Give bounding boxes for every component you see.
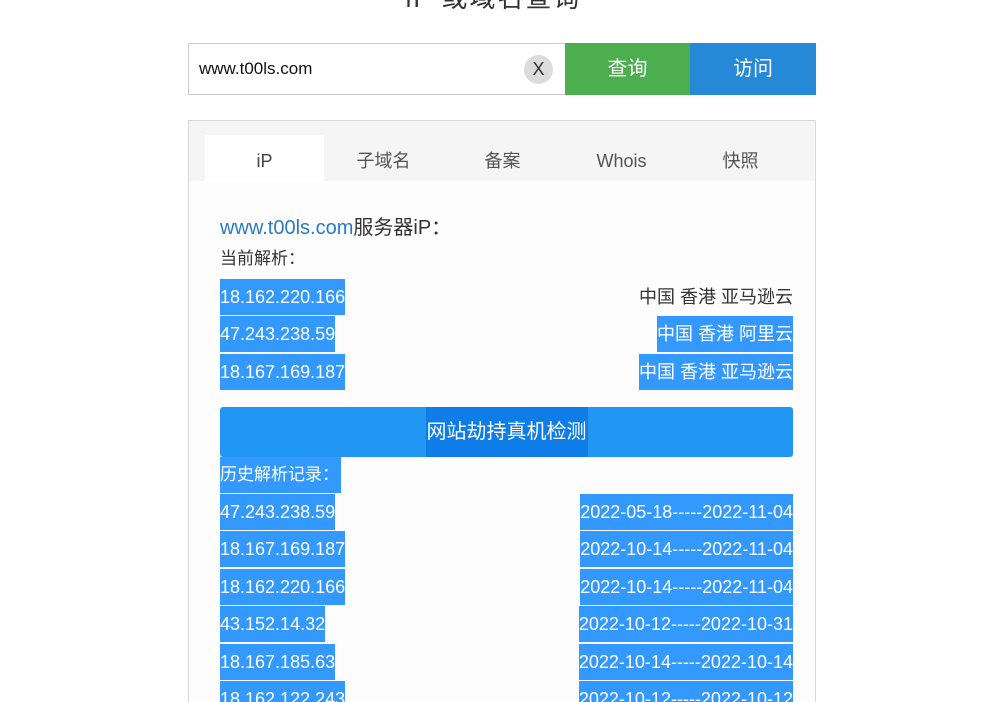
result-panel: iP 子域名 备案 Whois 快照 www.t00ls.com服务器iP： 当… — [188, 120, 816, 702]
history-ip[interactable]: 18.162.220.166 — [220, 569, 346, 605]
tab-icp[interactable]: 备案 — [443, 135, 562, 181]
domain-link[interactable]: www.t00ls.com — [220, 217, 353, 239]
search-bar: X 查询 访问 — [188, 43, 816, 95]
current-location: 中国 香港 亚马逊云 — [638, 354, 793, 390]
current-ip[interactable]: 18.167.169.187 — [220, 354, 346, 390]
server-ip-heading: www.t00ls.com服务器iP： — [220, 211, 451, 240]
tab-bar: iP 子域名 备案 Whois 快照 — [189, 121, 815, 181]
history-row: 18.167.169.187 2022-10-14-----2022-11-04 — [220, 531, 793, 567]
history-row: 47.243.238.59 2022-05-18-----2022-11-04 — [220, 494, 793, 530]
history-ip[interactable]: 18.167.169.187 — [220, 531, 346, 567]
history-date-range: 2022-05-18-----2022-11-04 — [580, 494, 793, 530]
history-date-range: 2022-10-12-----2022-10-31 — [578, 606, 793, 642]
clear-button[interactable]: X — [524, 55, 553, 84]
current-resolution-label: 当前解析： — [220, 249, 305, 268]
history-ip[interactable]: 47.243.238.59 — [220, 494, 336, 530]
history-date-range: 2022-10-14-----2022-11-04 — [580, 531, 793, 567]
current-row: 18.167.169.187 中国 香港 亚马逊云 — [220, 354, 793, 390]
history-row: 18.167.185.63 2022-10-14-----2022-10-14 — [220, 644, 793, 680]
history-label: 历史解析记录： — [220, 457, 341, 493]
history-row: 18.162.122.243 2022-10-12-----2022-10-12 — [220, 681, 793, 702]
page: iP 或域名查询 X 查询 访问 iP 子域名 备案 Whois 快照 www.… — [0, 0, 987, 702]
history-date-range: 2022-10-14-----2022-10-14 — [578, 644, 793, 680]
search-box: X — [188, 43, 565, 95]
current-row: 47.243.238.59 中国 香港 阿里云 — [220, 316, 793, 352]
tab-whois[interactable]: Whois — [562, 135, 681, 181]
history-row: 18.162.220.166 2022-10-14-----2022-11-04 — [220, 569, 793, 605]
tab-ip[interactable]: iP — [205, 135, 324, 181]
history-row: 43.152.14.32 2022-10-12-----2022-10-31 — [220, 606, 793, 642]
page-title: iP 或域名查询 — [0, 0, 987, 15]
search-input[interactable] — [199, 44, 519, 94]
tab-subdomain[interactable]: 子域名 — [324, 135, 443, 181]
current-location: 中国 香港 阿里云 — [656, 316, 793, 352]
current-ip[interactable]: 18.162.220.166 — [220, 279, 346, 315]
history-ip[interactable]: 18.162.122.243 — [220, 681, 346, 702]
current-ip[interactable]: 47.243.238.59 — [220, 316, 336, 352]
history-ip[interactable]: 43.152.14.32 — [220, 606, 326, 642]
history-ip[interactable]: 18.167.185.63 — [220, 644, 336, 680]
history-date-range: 2022-10-14-----2022-11-04 — [580, 569, 793, 605]
visit-button[interactable]: 访问 — [690, 43, 816, 95]
server-ip-suffix: 服务器iP： — [353, 217, 452, 239]
current-location: 中国 香港 亚马逊云 — [638, 287, 793, 307]
hijack-check-button[interactable]: 网站劫持真机检测 — [220, 407, 793, 457]
tab-snapshot[interactable]: 快照 — [681, 135, 800, 181]
current-row: 18.162.220.166 中国 香港 亚马逊云 — [220, 279, 793, 315]
query-button[interactable]: 查询 — [565, 43, 690, 95]
hijack-check-label: 网站劫持真机检测 — [425, 407, 588, 457]
history-date-range: 2022-10-12-----2022-10-12 — [578, 681, 793, 702]
